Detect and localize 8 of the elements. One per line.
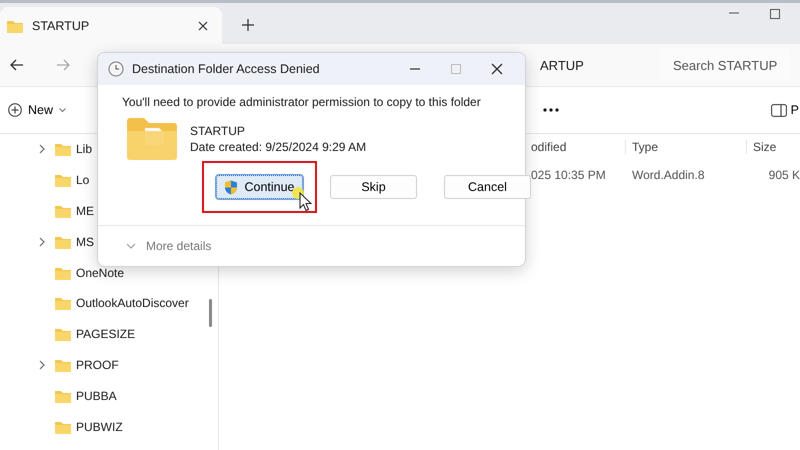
dialog-title: Destination Folder Access Denied bbox=[132, 62, 320, 76]
dialog-message: You'll need to provide administrator permission to copy to this folder bbox=[122, 95, 482, 109]
tab-title: STARTUP bbox=[32, 18, 90, 32]
folder-date: Date created: 9/25/2024 9:29 AM bbox=[190, 139, 366, 155]
table-cell-text: Word.Addin.8 bbox=[631, 168, 706, 182]
table-cell-text: 905 K bbox=[768, 168, 800, 182]
folder-name: STARTUP bbox=[190, 123, 246, 139]
table-cell-text: 025 10:35 PM bbox=[531, 168, 607, 182]
